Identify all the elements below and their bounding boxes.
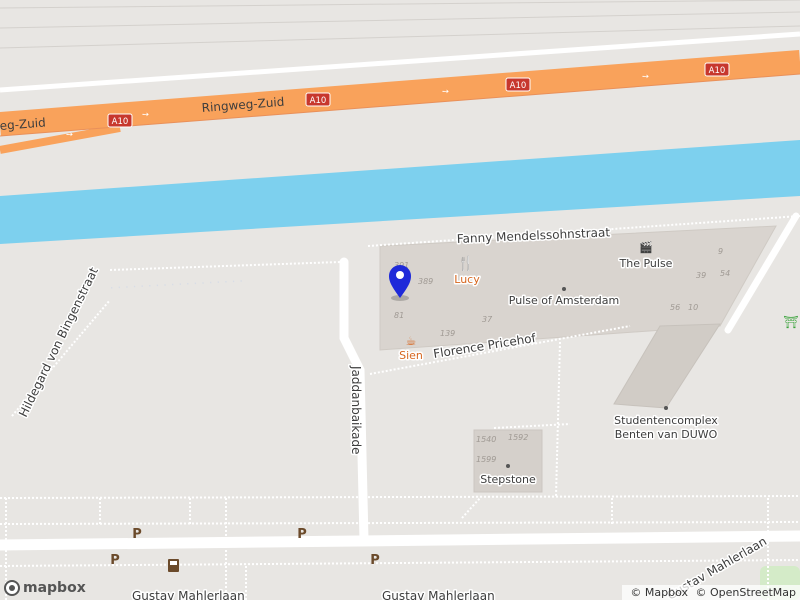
parking-icon[interactable]: P [370, 553, 380, 568]
house-number: 81 [394, 311, 404, 320]
poi-label-lucy: Lucy [454, 273, 480, 286]
road-label-gustav-1: Gustav Mahlerlaan [132, 589, 245, 600]
poi-dot [664, 406, 668, 410]
house-number: 37 [482, 315, 493, 324]
house-number: 1592 [508, 433, 528, 442]
poi-dot [506, 464, 510, 468]
road-label-jaddanbaikade: Jaddanbaikade [349, 365, 363, 454]
svg-text:A10: A10 [310, 96, 327, 106]
mapbox-logo-icon [4, 580, 20, 596]
attribution-mapbox-link[interactable]: © Mapbox [630, 586, 688, 599]
house-number: 56 [670, 303, 680, 312]
shield-a10-1: A10 [107, 113, 133, 128]
shield-a10-3: A10 [505, 77, 531, 92]
parking-icon[interactable]: P [132, 527, 142, 542]
restaurant-icon: 🍴 [457, 255, 474, 272]
poi-label-stepstone: Stepstone [480, 473, 536, 486]
poi-label-studentencomplex-1: Studentencomplex [614, 414, 718, 427]
picnic-icon[interactable]: ⛩ [783, 315, 798, 329]
arrow-icon: ➙ [442, 87, 449, 97]
arrow-icon: ➙ [66, 130, 73, 140]
poi-label-sien: Sien [399, 349, 423, 362]
svg-text:A10: A10 [112, 117, 129, 127]
cinema-icon: 🎬 [639, 241, 653, 254]
house-number: 389 [418, 277, 433, 286]
svg-text:A10: A10 [510, 81, 527, 91]
road-label-gustav-2: Gustav Mahlerlaan [382, 589, 495, 600]
parking-icon[interactable]: P [297, 527, 307, 542]
house-number: 9 [718, 247, 723, 256]
shield-a10-2: A10 [305, 92, 331, 107]
arrow-icon: ➙ [642, 72, 649, 82]
poi-label-the-pulse: The Pulse [619, 257, 673, 270]
map-attribution: © Mapbox © OpenStreetMap [622, 585, 800, 600]
arrow-icon: ➙ [142, 110, 149, 120]
poi-label-studentencomplex-2: Benten van DUWO [615, 428, 718, 441]
house-number: 39 [696, 271, 706, 280]
house-number: 1599 [476, 455, 496, 464]
house-number: 10 [688, 303, 698, 312]
cafe-icon: ☕ [406, 334, 417, 348]
fuel-icon[interactable] [168, 559, 179, 572]
mapbox-logo-text: mapbox [23, 580, 86, 596]
poi-label-pulse-of-amsterdam: Pulse of Amsterdam [509, 294, 619, 307]
poi-dot [562, 287, 566, 291]
mapbox-logo[interactable]: mapbox [4, 580, 86, 596]
house-number: 139 [440, 329, 455, 338]
attribution-osm-link[interactable]: © OpenStreetMap [695, 586, 796, 599]
svg-text:A10: A10 [709, 66, 726, 76]
map-canvas[interactable]: ➙ ➙ ➙ ➙ A10 A10 A10 A10 Ringweg-Zuid eg-… [0, 0, 800, 600]
parking-icon[interactable]: P [110, 553, 120, 568]
house-number: 54 [720, 269, 730, 278]
house-number: 1540 [476, 435, 496, 444]
shield-a10-4: A10 [704, 62, 730, 77]
